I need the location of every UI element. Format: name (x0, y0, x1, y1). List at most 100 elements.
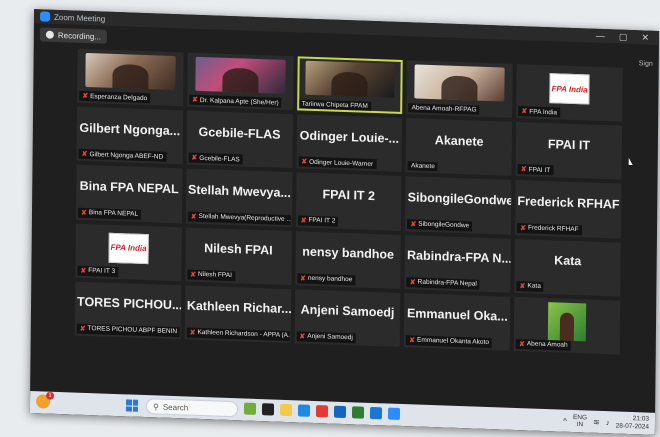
participant-name: Anjeni Samoedj (307, 333, 353, 342)
participant-tile[interactable]: TORES PICHOU... ✘ TORES PICHOU ABPF BENIN (74, 281, 182, 340)
participant-display-name: Nilesh FPAI (204, 241, 273, 258)
logo-text: FPA India (110, 242, 147, 254)
participant-tile[interactable]: ✘ Dr. Kalpana Apte (She/Her) (186, 52, 294, 111)
participant-tile[interactable]: Nilesh FPAI ✘ Nilesh FPAI (185, 226, 292, 285)
participant-name: Frederick RFHAF (528, 224, 579, 234)
taskbar-app-icon[interactable] (243, 402, 257, 415)
file-explorer-icon[interactable] (279, 403, 293, 417)
clock-time: 21:03 (632, 415, 650, 423)
participant-tile[interactable]: Rabindra-FPA N... ✘ Rabindra-FPA Nepal (404, 234, 512, 293)
participant-tile[interactable]: Odinger Louie-... ✘ Odinger Louie-Warner (296, 114, 403, 173)
participant-display-name: Kathleen Richar... (186, 298, 291, 317)
participant-name-label: ✘ Dr. Kalpana Apte (She/Her) (188, 94, 282, 108)
muted-mic-icon: ✘ (521, 108, 528, 116)
wifi-icon[interactable]: ≋ (593, 417, 600, 426)
participant-tile[interactable]: Stellah Mwevya... ✘ Stellah Mwevya(Reprodu… (185, 168, 293, 227)
participant-video (85, 52, 176, 91)
participant-video (195, 56, 286, 95)
participant-silhouette (441, 75, 478, 101)
word-app-icon[interactable] (333, 405, 347, 419)
participant-name: FPAI IT 3 (88, 267, 116, 276)
minimize-icon[interactable]: — (596, 30, 605, 41)
participant-display-name: SibongileGondwe (407, 190, 512, 208)
participant-silhouette (222, 67, 259, 94)
muted-mic-icon: ✘ (518, 340, 525, 349)
participant-name: nensy bandhoe (307, 274, 353, 284)
chrome-browser-icon[interactable] (315, 405, 329, 418)
participant-display-name: Rabindra-FPA N... (406, 248, 511, 266)
muted-mic-icon: ✘ (520, 166, 527, 174)
participant-tile[interactable]: Gilbert Ngonga... ✘ Gilbert Ngonga ABEF-ND (76, 106, 183, 165)
participant-name-label: ✘ Anjeni Samoedj (296, 331, 356, 344)
participant-tile[interactable]: Kata ✘ Kata (514, 238, 621, 297)
maximize-icon[interactable]: ▢ (619, 31, 628, 42)
participant-tile[interactable]: Kathleen Richar... ✘ Kathleen Richardson -… (184, 285, 291, 343)
participant-name: Tariirwa Chipeta FPAM (301, 100, 368, 110)
participant-tile[interactable]: Anjeni Samoedj ✘ Anjeni Samoedj (294, 288, 401, 347)
participant-name-label: ✘ Gilbert Ngonga ABEF-ND (78, 149, 167, 163)
participant-tile[interactable]: Bina FPA NEPAL ✘ Bina FPA NEPAL (75, 164, 183, 223)
participant-tile[interactable]: Gcebile-FLAS ✘ Gcebile-FLAS (186, 110, 293, 169)
participant-tile[interactable]: Emmanuel Oka... ✘ Emmanuel Okanta Akoto (404, 292, 511, 351)
participant-tile[interactable]: Abena Amoah-RFPAG (406, 60, 513, 119)
zoom-logo-icon (40, 11, 51, 22)
window-title: Zoom Meeting (54, 12, 106, 24)
edge-browser-icon[interactable] (297, 404, 311, 417)
participant-tile[interactable]: FPAI IT ✘ FPAI IT (515, 122, 623, 180)
muted-mic-icon: ✘ (520, 224, 527, 232)
participant-tile[interactable]: nensy bandhoe ✘ nensy bandhoe (294, 230, 402, 289)
muted-mic-icon: ✘ (190, 213, 197, 221)
participant-tile[interactable]: SibongileGondwe ✘ SibongileGondwe (405, 176, 512, 235)
zoom-app-icon[interactable] (387, 407, 401, 420)
participant-tile[interactable]: FPA India ✘ FPAI IT 3 (75, 223, 182, 281)
task-view-icon[interactable] (261, 403, 275, 416)
participant-tile[interactable]: FPA India ✘ FPA India (516, 64, 623, 122)
participant-silhouette (331, 71, 369, 97)
volume-icon[interactable]: ♪ (606, 418, 610, 427)
monitor-screen: Zoom Meeting — ▢ ✕ Recording... Sign ✘ Es… (29, 9, 660, 435)
start-button[interactable] (125, 399, 139, 412)
participant-name: Gilbert Ngonga ABEF-ND (89, 150, 164, 161)
taskbar-clock[interactable]: 21:03 28-07-2024 (616, 414, 649, 431)
weather-widget[interactable]: 1 (35, 391, 55, 409)
chevron-up-icon[interactable]: ^ (563, 416, 567, 425)
muted-mic-icon: ✘ (301, 158, 308, 167)
muted-mic-icon: ✘ (299, 275, 306, 283)
system-tray: ^ ENG IN ≋ ♪ 21:03 28-07-2024 (563, 413, 649, 432)
muted-mic-icon: ✘ (189, 329, 196, 337)
participant-name-label: ✘ Frederick RFHAF (517, 222, 582, 235)
logo-text: FPA India (551, 83, 588, 94)
participant-name-label: Akanete (407, 161, 438, 172)
close-icon[interactable]: ✕ (641, 32, 649, 43)
participant-name: Stellah Mwevya(Reproductive ... (198, 212, 292, 224)
participant-name: Gcebile-FLAS (199, 154, 240, 164)
excel-app-icon[interactable] (351, 406, 365, 419)
participant-name-label: Abena Amoah-RFPAG (408, 103, 480, 115)
muted-mic-icon: ✘ (82, 92, 89, 101)
participant-tile[interactable]: ✘ Abena Amoah (513, 296, 621, 355)
taskbar-search[interactable]: ⚲ Search (145, 398, 239, 418)
participant-display-name: Bina FPA NEPAL (79, 178, 179, 197)
language-indicator[interactable]: ENG IN (573, 414, 587, 428)
participant-name: Odinger Louie-Warner (309, 158, 374, 168)
participant-name-label: ✘ FPA India (518, 106, 561, 118)
muted-mic-icon: ✘ (80, 267, 87, 275)
participant-tile[interactable]: Frederick RFHAF ✘ Frederick RFHAF (515, 180, 622, 239)
participant-name-label: ✘ Nilesh FPAI (187, 269, 235, 281)
recording-indicator[interactable]: Recording... (39, 27, 108, 44)
participant-tile[interactable]: Tariirwa Chipeta FPAM (296, 56, 404, 115)
muted-mic-icon: ✘ (300, 216, 307, 225)
participant-tile[interactable]: Akanete Akanete (405, 118, 513, 177)
participant-name-label: ✘ FPAI IT 3 (77, 265, 119, 277)
participant-tile[interactable]: ✘ Esperanza Delgado (77, 48, 184, 107)
participant-name: Kata (527, 282, 541, 291)
participant-tile[interactable]: FPAI IT 2 ✘ FPAI IT 2 (295, 172, 402, 231)
muted-mic-icon: ✘ (191, 96, 198, 105)
participant-name: Emmanuel Okanta Akoto (417, 336, 489, 347)
participant-name: Bina FPA NEPAL (88, 209, 139, 218)
outlook-app-icon[interactable] (369, 406, 383, 420)
muted-mic-icon: ✘ (80, 209, 87, 217)
taskbar-apps (243, 402, 401, 420)
muted-mic-icon: ✘ (519, 282, 526, 290)
participant-name: FPAI IT 2 (308, 216, 336, 225)
